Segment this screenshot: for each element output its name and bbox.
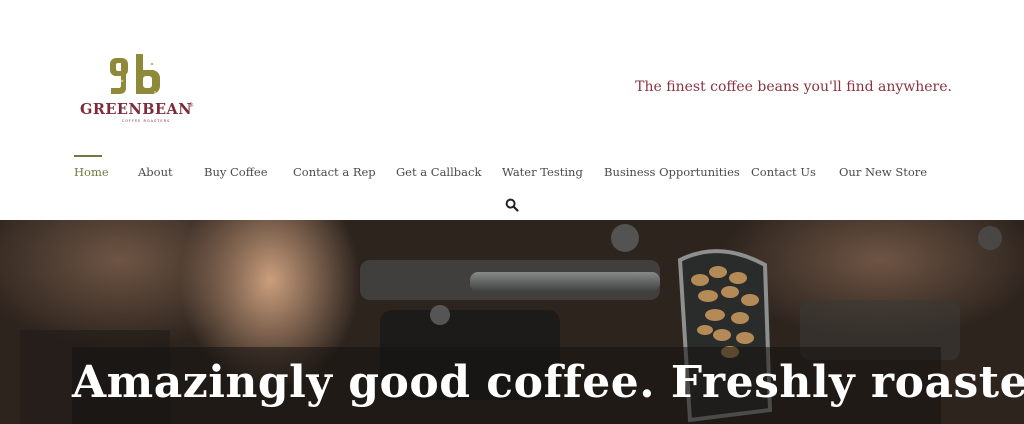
logo-trademark: ® [188, 102, 194, 109]
nav-item-business-opportunities[interactable]: Business Opportunities [604, 165, 740, 179]
nav-item-contact-us[interactable]: Contact Us [751, 165, 816, 179]
nav-item-contact-a-rep[interactable]: Contact a Rep [293, 165, 376, 179]
hero-headline: Amazingly good coffee. Freshly roasted. [72, 357, 1024, 408]
nav-item-about[interactable]: About [138, 165, 173, 179]
search-icon [505, 198, 519, 212]
main-nav: Home About Buy Coffee Contact a Rep Get … [0, 155, 1024, 191]
nav-item-get-a-callback[interactable]: Get a Callback [396, 165, 481, 179]
hero-banner: Amazingly good coffee. Freshly roasted. [0, 220, 1024, 424]
logo-subtitle: COFFEE ROASTERS [121, 119, 171, 123]
logo-monogram-icon [110, 54, 160, 94]
site-logo[interactable]: GREENBEAN ® COFFEE ROASTERS [78, 54, 194, 126]
search-button[interactable] [505, 197, 519, 212]
nav-item-buy-coffee[interactable]: Buy Coffee [204, 165, 268, 179]
nav-item-water-testing[interactable]: Water Testing [502, 165, 583, 179]
site-tagline: The finest coffee beans you'll find anyw… [635, 79, 952, 95]
nav-item-home[interactable]: Home [74, 165, 109, 179]
site-header: GREENBEAN ® COFFEE ROASTERS The finest c… [0, 0, 1024, 220]
logo-wordmark: GREENBEAN [79, 101, 193, 118]
nav-item-our-new-store[interactable]: Our New Store [839, 165, 927, 179]
